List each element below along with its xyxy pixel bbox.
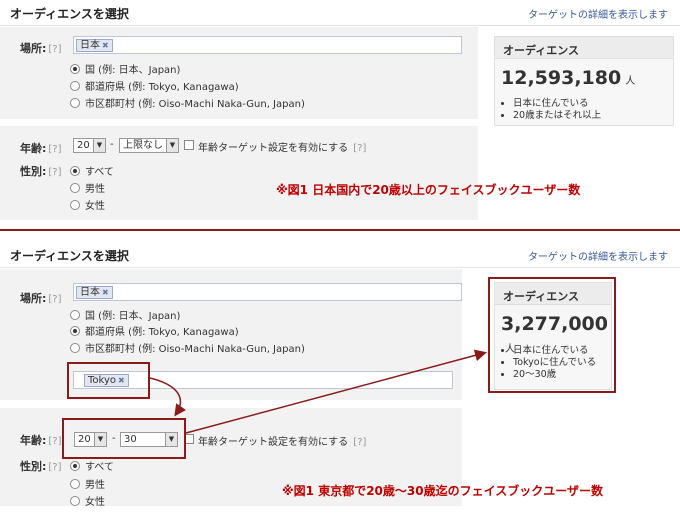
panel-top: オーディエンスを選択 ターゲットの詳細を表示します 場所: [?] 日本 ✖ 国 (… <box>0 0 680 229</box>
radio-selected-icon <box>70 64 80 74</box>
help-icon[interactable]: [?] <box>48 167 61 178</box>
location-label: 場所: [?] <box>20 292 62 305</box>
radio-icon <box>70 81 80 91</box>
radio-icon <box>70 98 80 108</box>
location-token[interactable]: 日本 ✖ <box>76 286 113 299</box>
radio-city[interactable]: 市区郡町村 (例: Oiso-Machi Naka-Gun, Japan) <box>70 340 305 355</box>
radio-gender-male[interactable]: 男性 <box>70 476 105 491</box>
age-highlight-box <box>62 418 186 459</box>
prefecture-highlight-box <box>67 362 150 399</box>
help-icon[interactable]: [?] <box>48 44 61 55</box>
divider <box>0 229 680 236</box>
radio-prefecture[interactable]: 都道府県 (例: Tokyo, Kanagawa) <box>70 78 239 93</box>
panel-header: オーディエンスを選択 ターゲットの詳細を表示します <box>0 242 680 268</box>
help-icon[interactable]: [?] <box>353 143 366 154</box>
radio-city[interactable]: 市区郡町村 (例: Oiso-Machi Naka-Gun, Japan) <box>70 95 305 110</box>
age-min-select[interactable]: 20 ▼ <box>73 138 106 153</box>
gender-label: 性別: [?] <box>20 165 62 178</box>
remove-token-icon[interactable]: ✖ <box>102 288 109 297</box>
radio-selected-icon <box>70 461 80 471</box>
radio-gender-female[interactable]: 女性 <box>70 197 105 212</box>
radio-icon <box>70 343 80 353</box>
age-targeting-label: 年齢ターゲット設定を有効にする [?] <box>198 437 367 448</box>
age-max-select[interactable]: 上限なし ▼ <box>119 138 179 153</box>
panel-header: オーディエンスを選択 ターゲットの詳細を表示します <box>0 0 680 26</box>
radio-icon <box>70 310 80 320</box>
radio-selected-icon <box>70 166 80 176</box>
list-item: 20歳またはそれ以上 <box>513 110 601 122</box>
audience-summary: オーディエンス 12,593,180人 日本に住んでいる 20歳またはそれ以上 <box>494 36 674 126</box>
radio-icon <box>70 183 80 193</box>
audience-title: オーディエンス <box>495 37 673 59</box>
annotation-caption: ※図1 日本国内で20歳以上のフェイスブックユーザー数 <box>276 183 581 197</box>
radio-icon <box>70 479 80 489</box>
age-targeting-checkbox[interactable] <box>184 140 194 150</box>
radio-icon <box>70 496 80 506</box>
audience-criteria-list: 日本に住んでいる 20歳またはそれ以上 <box>513 98 601 122</box>
panel-title: オーディエンスを選択 <box>10 7 129 21</box>
location-token[interactable]: 日本 ✖ <box>76 39 113 52</box>
radio-gender-male[interactable]: 男性 <box>70 180 105 195</box>
age-label: 年齢: [?] <box>20 434 62 447</box>
help-icon[interactable]: [?] <box>48 144 61 155</box>
radio-gender-all[interactable]: すべて <box>70 163 114 178</box>
panel-title: オーディエンスを選択 <box>10 249 129 263</box>
show-target-details-link[interactable]: ターゲットの詳細を表示します <box>528 248 668 263</box>
radio-gender-female[interactable]: 女性 <box>70 493 105 508</box>
help-icon[interactable]: [?] <box>48 436 61 447</box>
location-label: 場所: [?] <box>20 42 62 55</box>
chevron-down-icon: ▼ <box>166 139 178 152</box>
audience-highlight-box <box>488 277 616 393</box>
radio-gender-all[interactable]: すべて <box>70 458 114 473</box>
remove-token-icon[interactable]: ✖ <box>102 41 109 50</box>
audience-count: 12,593,180 人 <box>501 67 636 89</box>
radio-country[interactable]: 国 (例: 日本、Japan) <box>70 61 180 76</box>
radio-selected-icon <box>70 326 80 336</box>
chevron-down-icon: ▼ <box>93 139 105 152</box>
show-target-details-link[interactable]: ターゲットの詳細を表示します <box>528 6 668 21</box>
radio-country[interactable]: 国 (例: 日本、Japan) <box>70 307 180 322</box>
radio-prefecture[interactable]: 都道府県 (例: Tokyo, Kanagawa) <box>70 323 239 338</box>
location-input[interactable]: 日本 ✖ <box>73 36 462 54</box>
location-input[interactable]: 日本 ✖ <box>73 283 462 301</box>
help-icon[interactable]: [?] <box>48 294 61 305</box>
age-dash: - <box>110 139 114 150</box>
gender-label: 性別: [?] <box>20 460 62 473</box>
annotation-caption: ※図1 東京都で20歳〜30歳迄のフェイスブックユーザー数 <box>282 484 603 498</box>
radio-icon <box>70 200 80 210</box>
help-icon[interactable]: [?] <box>353 437 366 448</box>
age-label: 年齢: [?] <box>20 142 62 155</box>
help-icon[interactable]: [?] <box>48 462 61 473</box>
age-targeting-label: 年齢ターゲット設定を有効にする [?] <box>198 143 367 154</box>
list-item: 日本に住んでいる <box>513 98 601 110</box>
panel-bottom: オーディエンスを選択 ターゲットの詳細を表示します 場所: [?] 日本 ✖ 国 (… <box>0 236 680 516</box>
